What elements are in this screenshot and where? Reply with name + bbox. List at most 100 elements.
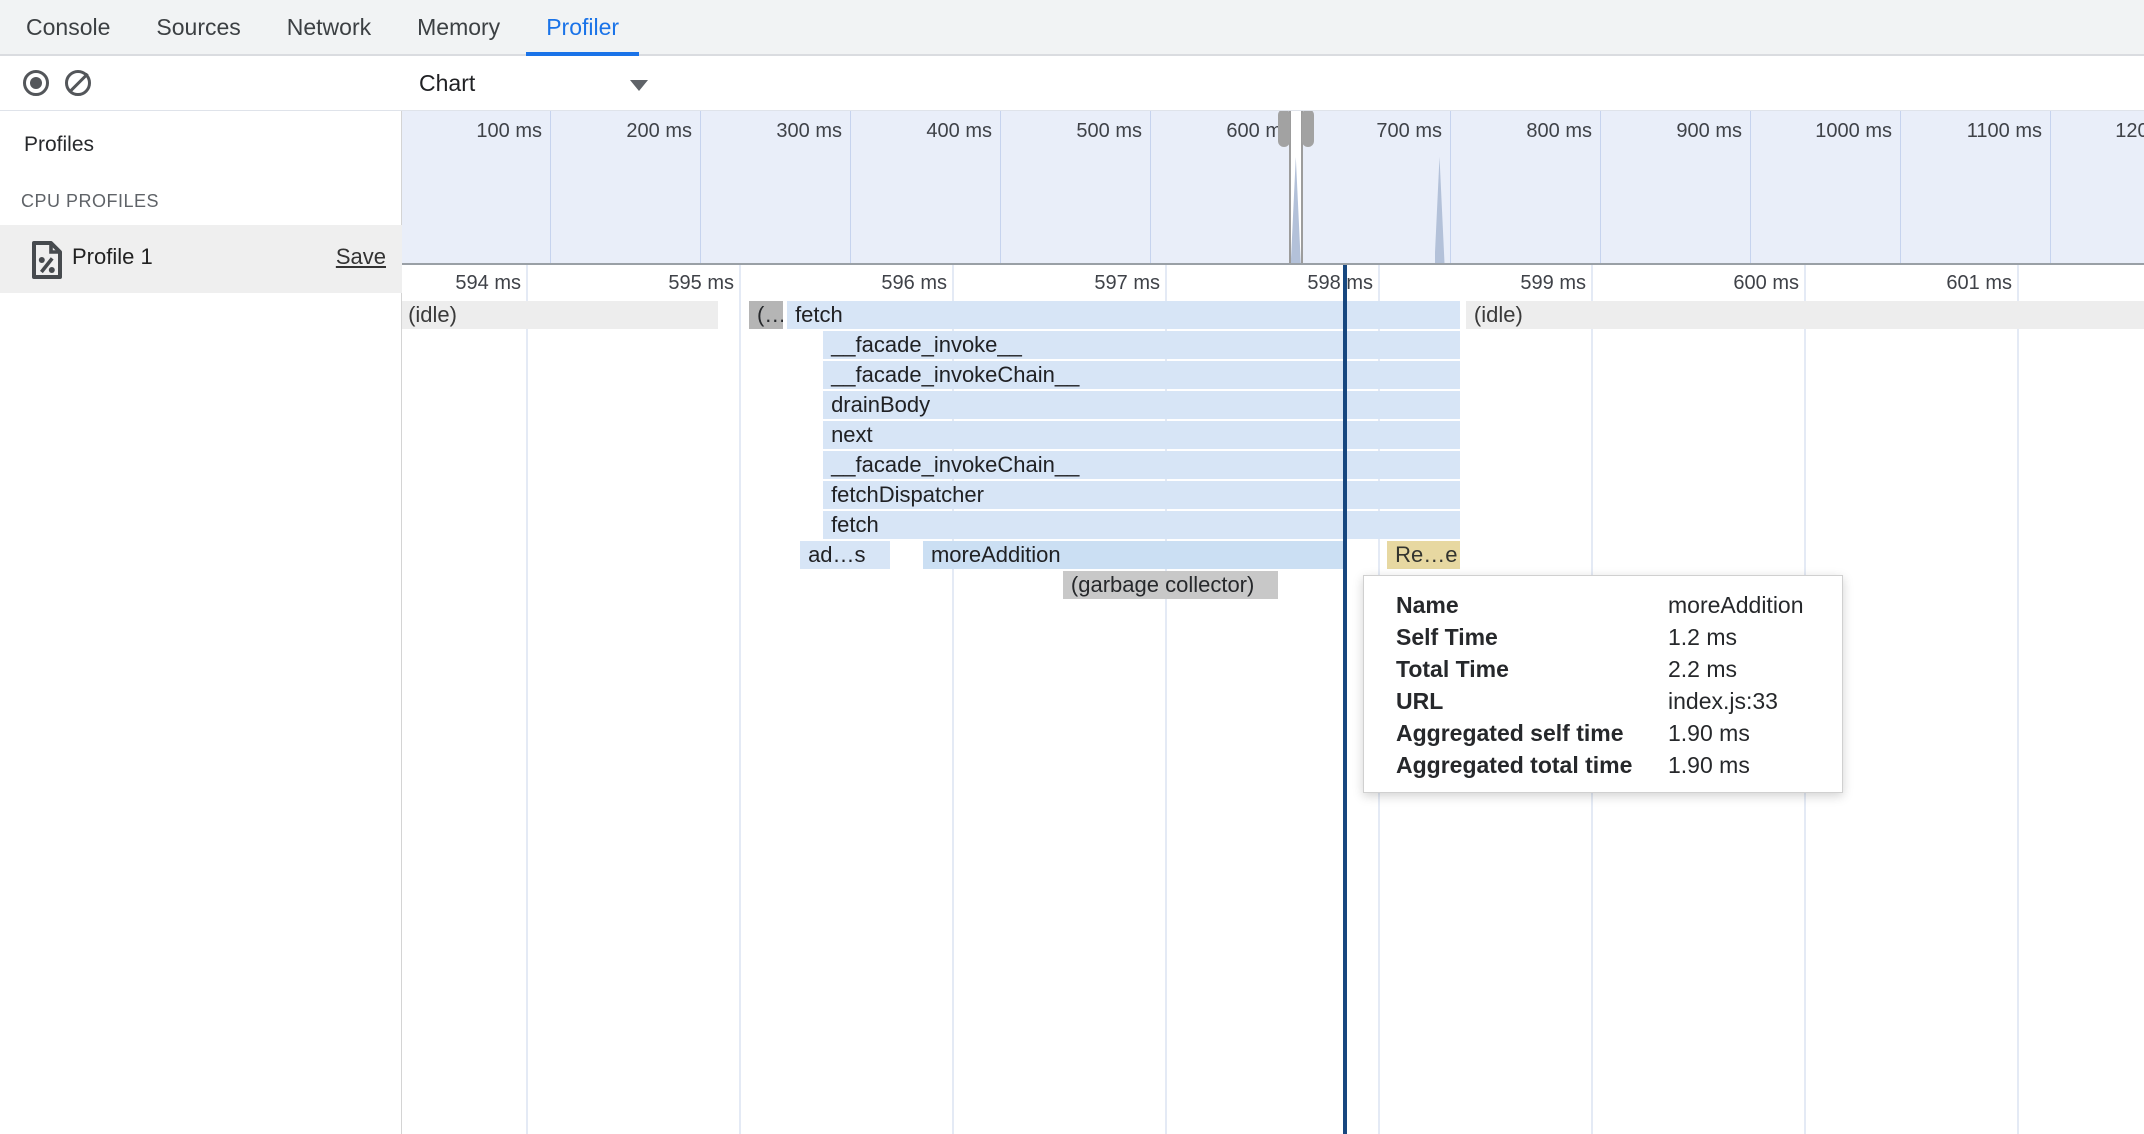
playhead-marker [1343, 265, 1347, 1134]
overview-tick-label: 1100 ms [1892, 120, 2042, 143]
tooltip-label: Self Time [1396, 621, 1842, 653]
flame-tick-label: 597 ms [1000, 272, 1160, 295]
overview-tick-label: 700 ms [1292, 120, 1442, 143]
flame-frame[interactable]: fetchDispatcher [823, 481, 1460, 509]
frame-label: fetch [831, 511, 1460, 539]
overview-tick-label: 100 ms [402, 120, 542, 143]
tab-console[interactable]: Console [6, 0, 130, 54]
flame-frame[interactable]: drainBody [823, 391, 1460, 419]
selection-handle-left[interactable] [1278, 111, 1290, 147]
tooltip: NamemoreAdditionSelf Time1.2 msTotal Tim… [1363, 575, 1843, 793]
clear-icon [65, 70, 91, 96]
overview-tick-label: 600 ms [1142, 120, 1292, 143]
frame-label: drainBody [831, 391, 1460, 419]
overview-tick-label: 500 ms [992, 120, 1142, 143]
tooltip-row: URLindex.js:33 [1364, 685, 1842, 717]
tooltip-row: NamemoreAddition [1364, 589, 1842, 621]
frame-label: __facade_invoke__ [831, 331, 1460, 359]
flame-tick-label: 595 ms [574, 272, 734, 295]
record-icon [23, 70, 49, 96]
tab-profiler[interactable]: Profiler [526, 0, 639, 54]
overview-timeline[interactable]: 100 ms200 ms300 ms400 ms500 ms600 ms700 … [402, 111, 2144, 265]
flame-tick-label: 601 ms [1852, 272, 2012, 295]
flame-frame[interactable]: __facade_invoke__ [823, 331, 1460, 359]
flame-frame[interactable]: moreAddition [923, 541, 1345, 569]
tooltip-label: Aggregated total time [1396, 749, 1842, 781]
tooltip-value: 1.90 ms [1668, 717, 1750, 749]
overview-tick-label: 1000 ms [1742, 120, 1892, 143]
flame-frame[interactable]: next [823, 421, 1460, 449]
tooltip-row: Total Time2.2 ms [1364, 653, 1842, 685]
profile-list-item[interactable]: Profile 1 Save [0, 225, 402, 293]
flame-gridline [526, 265, 528, 1134]
tab-label: Memory [417, 0, 500, 54]
tab-sources[interactable]: Sources [136, 0, 260, 54]
tab-label: Network [287, 0, 371, 54]
overview-tick-label: 1200 ms [2042, 120, 2144, 143]
tooltip-label: Aggregated self time [1396, 717, 1842, 749]
devtools-window: Console Sources Network Memory Profiler Char… [0, 0, 2144, 1134]
flame-frame[interactable]: fetch [823, 511, 1460, 539]
overview-tick-label: 900 ms [1592, 120, 1742, 143]
tooltip-row: Aggregated self time1.90 ms [1364, 717, 1842, 749]
frame-label: __facade_invokeChain__ [831, 361, 1460, 389]
frame-label: (idle) [1474, 301, 2144, 329]
flame-tick-label: 598 ms [1213, 272, 1373, 295]
tab-network[interactable]: Network [267, 0, 391, 54]
tab-bar: Console Sources Network Memory Profiler [0, 0, 2144, 56]
tooltip-value: 1.90 ms [1668, 749, 1750, 781]
flame-tick-label: 596 ms [787, 272, 947, 295]
clear-profiles-button[interactable] [56, 56, 100, 110]
flame-gridline [739, 265, 741, 1134]
tooltip-value: index.js:33 [1668, 685, 1778, 717]
cpu-activity-spike [1435, 157, 1445, 263]
flame-frame[interactable]: (idle) [1466, 301, 2144, 329]
tab-label: Profiler [546, 0, 619, 54]
flame-frame[interactable]: Re…e [1387, 541, 1460, 569]
tab-label: Sources [156, 0, 240, 54]
frame-label: moreAddition [931, 541, 1345, 569]
flame-frame[interactable]: (… [749, 301, 783, 329]
overview-tick-label: 800 ms [1442, 120, 1592, 143]
tooltip-value: moreAddition [1668, 589, 1804, 621]
cpu-profile-icon [29, 240, 65, 285]
overview-tick-label: 400 ms [842, 120, 992, 143]
flame-frame[interactable]: __facade_invokeChain__ [823, 451, 1460, 479]
flame-chart[interactable]: 594 ms 595 ms 596 ms 597 ms 598 ms 599 ms 600 … [402, 265, 2144, 1134]
overview-tick-label: 200 ms [542, 120, 692, 143]
view-mode-label: Chart [419, 70, 475, 97]
flame-tick-label: 599 ms [1426, 272, 1586, 295]
selection-handle-right[interactable] [1302, 111, 1314, 147]
dropdown-arrow-icon [630, 80, 648, 91]
flame-frame[interactable]: __facade_invokeChain__ [823, 361, 1460, 389]
flame-frame[interactable]: (idle) [402, 301, 718, 329]
tab-memory[interactable]: Memory [397, 0, 520, 54]
tooltip-value: 1.2 ms [1668, 621, 1737, 653]
flame-frame[interactable]: (garbage collector) [1063, 571, 1278, 599]
tooltip-label: Total Time [1396, 653, 1842, 685]
frame-label: ad…s [808, 541, 890, 569]
flame-frame[interactable]: fetch [787, 301, 1460, 329]
frame-label: fetch [795, 301, 1460, 329]
frame-label: (garbage collector) [1071, 571, 1278, 599]
flame-frame[interactable]: ad…s [800, 541, 890, 569]
frame-label: (idle) [408, 301, 718, 329]
flame-tick-label: 600 ms [1639, 272, 1799, 295]
frame-label: (… [757, 301, 783, 329]
tooltip-value: 2.2 ms [1668, 653, 1737, 685]
flame-tick-label: 594 ms [402, 272, 521, 295]
frame-label: next [831, 421, 1460, 449]
tooltip-row: Aggregated total time1.90 ms [1364, 749, 1842, 781]
toolbar: Chart [0, 56, 2144, 111]
record-button[interactable] [14, 56, 58, 110]
frame-label: Re…e [1395, 541, 1460, 569]
flame-gridline [2017, 265, 2019, 1134]
tooltip-row: Self Time1.2 ms [1364, 621, 1842, 653]
frame-label: __facade_invokeChain__ [831, 451, 1460, 479]
save-link[interactable]: Save [336, 244, 386, 270]
cpu-profiles-heading: CPU PROFILES [21, 191, 159, 212]
sidebar: Profiles CPU PROFILES Profile 1 Save [0, 111, 402, 1134]
view-mode-select[interactable]: Chart [402, 56, 664, 110]
tab-label: Console [26, 0, 110, 54]
overview-tick-label: 300 ms [692, 120, 842, 143]
